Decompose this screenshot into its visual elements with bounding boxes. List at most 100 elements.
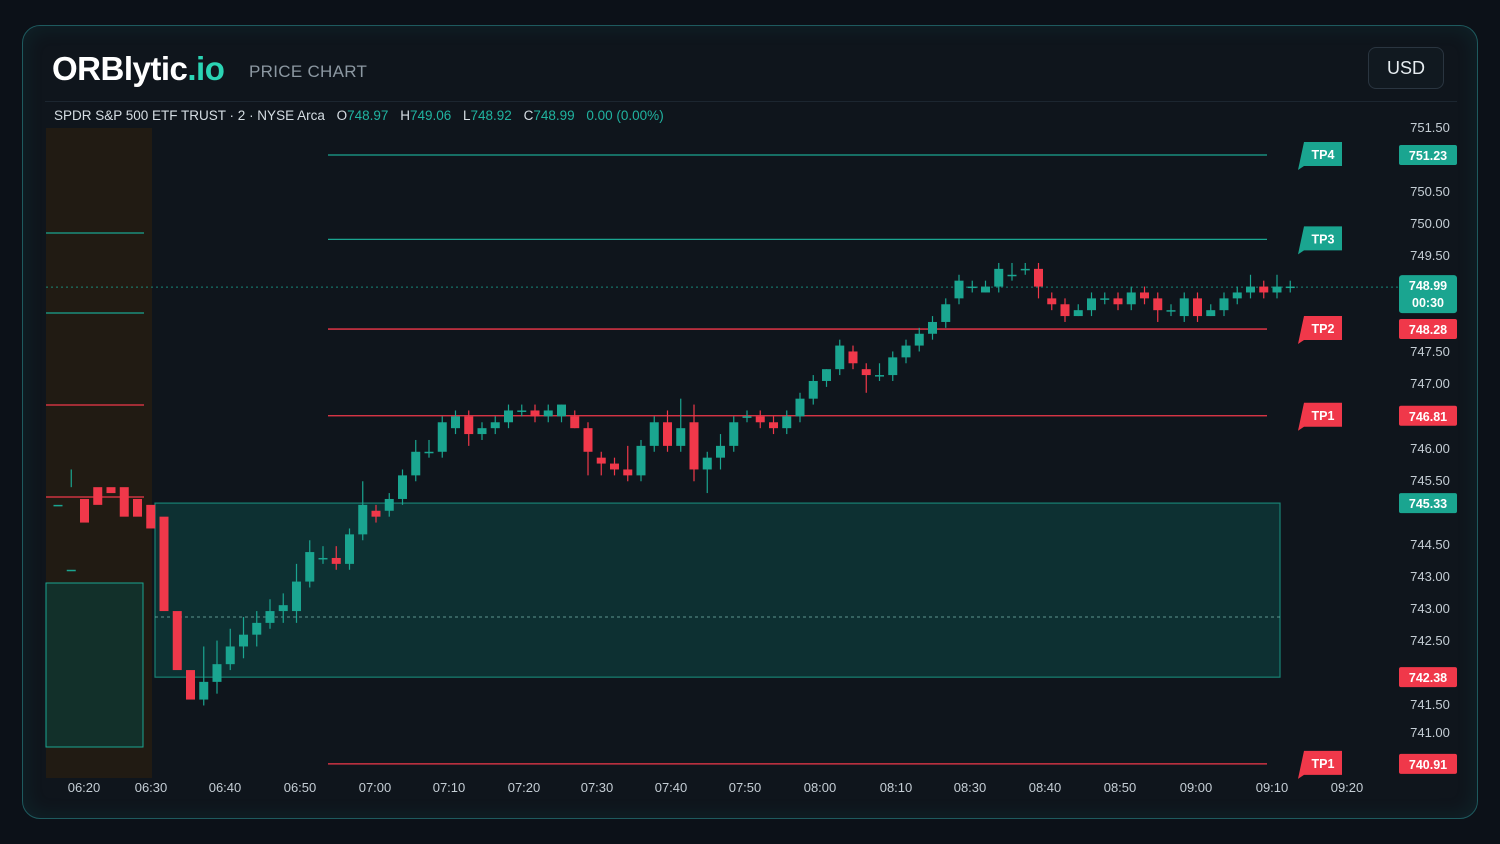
candle xyxy=(994,262,1004,293)
x-axis-tick-label: 08:00 xyxy=(804,780,837,795)
x-axis-tick-label: 07:50 xyxy=(729,780,762,795)
candle-body xyxy=(848,351,858,364)
price-chart[interactable]: TP4 751.23 TP3 TP2 748.28 TP1 746.81 TP1 740.91 7… xyxy=(0,0,1500,844)
candle-body xyxy=(186,670,195,700)
candle-body xyxy=(1272,286,1282,293)
candle-body xyxy=(1153,298,1163,311)
candle-body xyxy=(119,487,129,517)
y-axis-tick-label: 741.00 xyxy=(1410,725,1450,740)
candle-body xyxy=(702,457,712,470)
candle xyxy=(1113,292,1123,311)
candle-body xyxy=(411,451,421,476)
x-axis-tick-label: 09:20 xyxy=(1331,780,1364,795)
x-axis-tick-label: 06:20 xyxy=(68,780,101,795)
candle-body xyxy=(1179,298,1189,317)
candle-body xyxy=(888,357,898,376)
candle xyxy=(702,451,712,494)
candle xyxy=(1206,304,1216,317)
candle-body xyxy=(623,469,633,476)
candle-body xyxy=(424,451,434,454)
y-axis-tick-label: 749.50 xyxy=(1410,248,1450,263)
candle-body xyxy=(1126,292,1136,305)
candle xyxy=(1007,262,1017,281)
candle-body xyxy=(861,369,871,376)
candle-body xyxy=(437,422,447,452)
candle-body xyxy=(808,380,818,399)
target-tag-label: TP2 xyxy=(1312,322,1335,336)
candle xyxy=(928,316,937,340)
y-axis-tick-label: 747.00 xyxy=(1410,376,1450,391)
candle-body xyxy=(318,557,328,560)
y-axis-tick-label: 741.50 xyxy=(1410,697,1450,712)
candle-body xyxy=(504,410,513,423)
candle-body xyxy=(1047,298,1057,305)
candle xyxy=(623,445,633,482)
candle xyxy=(875,363,884,381)
candle-body xyxy=(835,345,845,370)
candle xyxy=(159,516,169,612)
candle-body xyxy=(451,416,460,429)
candle-body xyxy=(106,487,116,494)
price-tag-label: 745.33 xyxy=(1409,497,1447,511)
target-tag: TP2 xyxy=(1298,316,1342,345)
candle xyxy=(967,280,977,293)
x-axis-tick-label: 08:50 xyxy=(1104,780,1137,795)
x-axis-tick-label: 07:30 xyxy=(581,780,614,795)
x-axis-tick-label: 07:00 xyxy=(359,780,392,795)
candle-body xyxy=(1087,298,1096,311)
candle-body xyxy=(305,552,315,582)
candle xyxy=(1140,286,1149,305)
y-axis-tick-label: 743.00 xyxy=(1410,569,1450,584)
current-price-countdown: 00:30 xyxy=(1412,296,1444,310)
candle-body xyxy=(517,410,527,412)
x-axis-tick-label: 06:30 xyxy=(135,780,168,795)
candle-body xyxy=(782,416,792,429)
candle-body xyxy=(265,611,275,623)
candle-body xyxy=(159,516,169,612)
candle xyxy=(1047,292,1057,311)
candle xyxy=(1153,292,1163,322)
candle-body xyxy=(1060,304,1070,317)
y-axis-tick-label: 745.50 xyxy=(1410,473,1450,488)
candle xyxy=(1259,280,1269,299)
candle-body xyxy=(954,280,964,299)
candle xyxy=(742,410,752,423)
candle-body xyxy=(371,510,381,517)
candle xyxy=(1020,262,1030,275)
x-axis-tick-label: 06:40 xyxy=(209,780,242,795)
price-tag-label: 748.28 xyxy=(1409,323,1447,337)
candle xyxy=(888,351,898,381)
x-axis-tick-label: 09:10 xyxy=(1256,780,1289,795)
candle-body xyxy=(239,634,248,647)
candle xyxy=(1166,304,1176,317)
zone-box xyxy=(154,502,1281,678)
candle-body xyxy=(1073,310,1083,317)
candle xyxy=(543,404,553,423)
candle xyxy=(530,404,540,423)
y-axis-tick-label: 743.00 xyxy=(1410,601,1450,616)
candle xyxy=(358,481,368,541)
candle-body xyxy=(543,410,553,417)
candle-body xyxy=(1219,298,1229,311)
target-tag-label: TP4 xyxy=(1312,148,1335,162)
opening-range-box xyxy=(45,582,144,748)
candle xyxy=(1034,262,1043,299)
target-tag: TP4 xyxy=(1298,142,1342,170)
candle-body xyxy=(53,504,63,507)
target-tag-label: TP1 xyxy=(1312,409,1335,423)
candle-body xyxy=(93,487,103,505)
candle xyxy=(345,528,354,570)
candle xyxy=(914,327,924,352)
price-tag-label: 746.81 xyxy=(1409,410,1447,424)
candle-body xyxy=(1246,286,1255,293)
candle xyxy=(981,280,990,293)
candle xyxy=(1073,304,1083,317)
candle xyxy=(1272,274,1282,299)
y-axis-tick-label: 751.50 xyxy=(1410,120,1450,135)
target-tag-label: TP3 xyxy=(1312,232,1335,246)
candle-body xyxy=(1100,298,1110,300)
candle xyxy=(901,339,911,364)
candle-body xyxy=(133,498,142,517)
candle xyxy=(172,611,182,671)
candle xyxy=(822,369,831,387)
